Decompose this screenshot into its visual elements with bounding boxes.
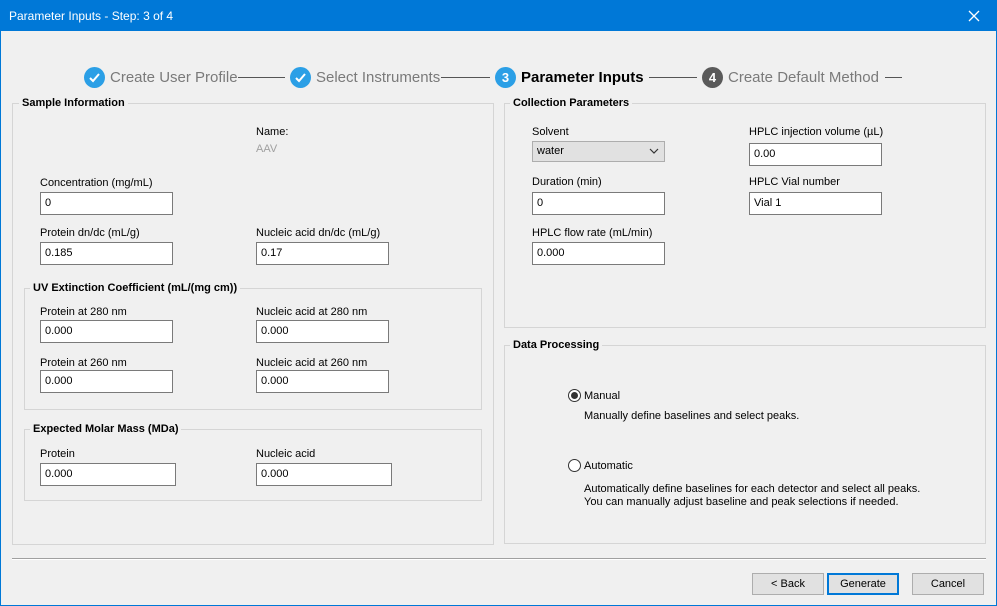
step-connector: [885, 77, 902, 78]
uv-extinction-title: UV Extinction Coefficient (mL/(mg cm)): [30, 282, 241, 294]
solvent-select-value: water: [537, 145, 564, 157]
check-icon: [84, 66, 105, 88]
step-create-user-profile: Create User Profile: [84, 66, 238, 88]
flow-rate-label: HPLC flow rate (mL/min): [532, 227, 653, 239]
generate-button[interactable]: Generate: [827, 573, 899, 595]
automatic-radio-label[interactable]: Automatic: [584, 460, 633, 472]
protein-260-input[interactable]: 0.000: [40, 370, 173, 393]
data-processing-title: Data Processing: [510, 339, 603, 351]
injection-volume-label: HPLC injection volume (µL): [749, 126, 884, 138]
step-connector: [649, 77, 697, 78]
nucleic-280-label: Nucleic acid at 280 nm: [256, 306, 368, 318]
step-connector: [441, 77, 490, 78]
protein-dndc-label: Protein dn/dc (mL/g): [40, 227, 140, 239]
manual-description: Manually define baselines and select pea…: [584, 410, 800, 422]
title-bar: Parameter Inputs - Step: 3 of 4: [0, 0, 997, 31]
solvent-label: Solvent: [532, 126, 569, 138]
protein-dndc-input[interactable]: 0.185: [40, 242, 173, 265]
step-number-badge: 4: [702, 66, 723, 88]
protein-280-label: Protein at 280 nm: [40, 306, 127, 318]
step-number-badge: 3: [495, 66, 516, 88]
flow-rate-input[interactable]: 0.000: [532, 242, 665, 265]
step-label: Create User Profile: [110, 68, 238, 86]
protein-molar-mass-input[interactable]: 0.000: [40, 463, 176, 486]
nucleic-molar-mass-label: Nucleic acid: [256, 448, 316, 460]
automatic-radio[interactable]: [568, 459, 581, 472]
cancel-button[interactable]: Cancel: [912, 573, 984, 595]
manual-radio-label[interactable]: Manual: [584, 390, 620, 402]
automatic-description-line-2: You can manually adjust baseline and pea…: [584, 496, 899, 508]
solvent-select[interactable]: water: [532, 141, 665, 162]
step-label: Parameter Inputs: [521, 68, 644, 86]
radio-selected-dot: [571, 392, 578, 399]
nucleic-260-input[interactable]: 0.000: [256, 370, 389, 393]
concentration-input[interactable]: 0: [40, 192, 173, 215]
step-parameter-inputs: 3 Parameter Inputs: [495, 66, 644, 88]
footer-separator-highlight: [12, 559, 986, 560]
nucleic-260-label: Nucleic acid at 260 nm: [256, 357, 368, 369]
nucleic-dndc-label: Nucleic acid dn/dc (mL/g): [256, 227, 381, 239]
step-label: Create Default Method: [728, 68, 879, 86]
window-title: Parameter Inputs - Step: 3 of 4: [9, 9, 174, 23]
name-label: Name:: [256, 126, 289, 138]
chevron-down-icon: [649, 148, 659, 154]
step-create-default-method: 4 Create Default Method: [702, 66, 879, 88]
automatic-radio-option[interactable]: Automatic: [568, 459, 633, 472]
step-connector: [238, 77, 285, 78]
molar-mass-title: Expected Molar Mass (MDa): [30, 423, 182, 435]
data-processing-group: [504, 345, 986, 544]
close-button[interactable]: [951, 0, 997, 31]
nucleic-molar-mass-input[interactable]: 0.000: [256, 463, 392, 486]
name-value: AAV: [256, 143, 278, 155]
nucleic-280-input[interactable]: 0.000: [256, 320, 389, 343]
collection-parameters-title: Collection Parameters: [510, 97, 633, 109]
protein-molar-mass-label: Protein: [40, 448, 75, 460]
duration-input[interactable]: 0: [532, 192, 665, 215]
vial-number-input[interactable]: Vial 1: [749, 192, 882, 215]
back-button[interactable]: < Back: [752, 573, 824, 595]
close-icon: [968, 10, 980, 21]
step-select-instruments: Select Instruments: [290, 66, 440, 88]
collection-parameters-group: [504, 103, 986, 328]
injection-volume-input[interactable]: 0.00: [749, 143, 882, 166]
concentration-label: Concentration (mg/mL): [40, 177, 153, 189]
nucleic-dndc-input[interactable]: 0.17: [256, 242, 389, 265]
check-icon: [290, 66, 311, 88]
automatic-description-line-1: Automatically define baselines for each …: [584, 483, 921, 495]
protein-280-input[interactable]: 0.000: [40, 320, 173, 343]
vial-number-label: HPLC Vial number: [749, 176, 840, 188]
manual-radio-option[interactable]: Manual: [568, 389, 620, 402]
manual-radio[interactable]: [568, 389, 581, 402]
duration-label: Duration (min): [532, 176, 602, 188]
protein-260-label: Protein at 260 nm: [40, 357, 127, 369]
step-label: Select Instruments: [316, 68, 441, 86]
sample-information-title: Sample Information: [19, 97, 128, 109]
